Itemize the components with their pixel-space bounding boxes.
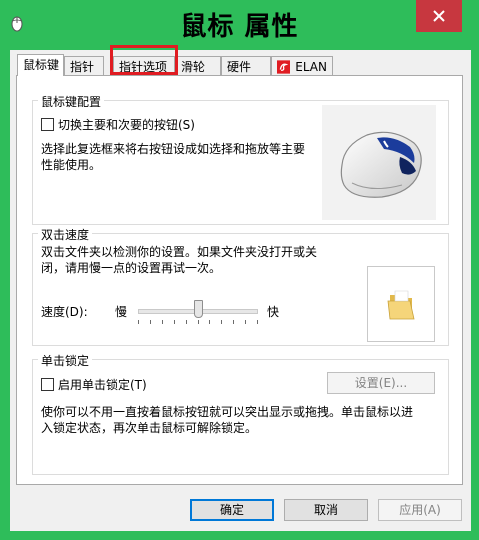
tab-wheel[interactable]: 滑轮 <box>175 56 221 76</box>
click-lock-settings-button[interactable]: 设置(E)... <box>327 372 435 394</box>
test-folder-area[interactable] <box>367 266 435 342</box>
slider-tick <box>162 320 163 324</box>
slider-tick <box>138 320 139 324</box>
tab-mouse-buttons[interactable]: 鼠标键 <box>17 54 64 76</box>
button-config-group: 鼠标键配置 切换主要和次要的按钮(S) 选择此复选框来将右按钮设成如选择和拖放等… <box>32 93 449 225</box>
slider-tick <box>245 320 246 324</box>
cancel-button[interactable]: 取消 <box>284 499 368 521</box>
mouse-preview-image <box>322 105 436 220</box>
tab-pointers[interactable]: 指针 <box>64 56 104 76</box>
description-line: 选择此复选框来将右按钮设成如选择和拖放等主要 <box>41 142 306 156</box>
tab-elan[interactable]: ELAN <box>271 56 333 76</box>
description-line: 闭，请用慢一点的设置再试一次。 <box>41 261 222 275</box>
slider-tick <box>257 320 258 324</box>
slider-tick <box>174 320 175 324</box>
click-lock-group: 单击锁定 启用单击锁定(T) 设置(E)... 使你可以不用一直按着鼠标按钮就可… <box>32 352 449 475</box>
slider-tick <box>221 320 222 324</box>
group-title: 单击锁定 <box>38 352 93 369</box>
group-title: 双击速度 <box>38 226 93 243</box>
checkbox-label: 启用单击锁定(T) <box>58 378 147 392</box>
slow-label: 慢 <box>115 305 128 319</box>
slider-tick <box>198 320 199 324</box>
folder-icon[interactable] <box>386 287 416 321</box>
tab-hardware[interactable]: 硬件 <box>221 56 271 76</box>
group-title: 鼠标键配置 <box>38 93 105 110</box>
tab-label: ELAN <box>295 59 327 74</box>
checkbox-label: 切换主要和次要的按钮(S) <box>58 118 195 132</box>
description-line: 使你可以不用一直按着鼠标按钮就可以突出显示或拖拽。单击鼠标以进 <box>41 405 414 419</box>
slider-thumb[interactable] <box>194 300 203 318</box>
close-button[interactable] <box>416 0 462 32</box>
slider-ticks <box>138 320 258 324</box>
speed-label: 速度(D): <box>41 305 88 319</box>
tab-panel-mouse-buttons: 鼠标键配置 切换主要和次要的按钮(S) 选择此复选框来将右按钮设成如选择和拖放等… <box>16 75 463 485</box>
title-bar: 鼠标 属性 <box>0 0 479 50</box>
click-lock-checkbox[interactable]: 启用单击锁定(T) <box>41 377 147 393</box>
mouse-image <box>340 131 422 198</box>
tab-highlight-annotation <box>110 45 178 75</box>
checkbox-box[interactable] <box>41 378 54 391</box>
window-title: 鼠标 属性 <box>180 12 299 42</box>
close-icon <box>433 10 445 22</box>
double-click-speed-group: 双击速度 双击文件夹以检测你的设置。如果文件夹没打开或关 闭，请用慢一点的设置再… <box>32 226 449 346</box>
checkbox-box[interactable] <box>41 118 54 131</box>
tab-label: 鼠标键 <box>23 58 60 72</box>
ok-button[interactable]: 确定 <box>190 499 274 521</box>
description-line: 性能使用。 <box>41 158 102 172</box>
double-click-speed-slider[interactable] <box>138 298 258 328</box>
tab-label: 硬件 <box>227 60 252 74</box>
elan-logo-icon <box>277 59 291 74</box>
swap-buttons-checkbox[interactable]: 切换主要和次要的按钮(S) <box>41 117 195 133</box>
slider-tick <box>233 320 234 324</box>
slider-tick <box>150 320 151 324</box>
apply-button[interactable]: 应用(A) <box>378 499 462 521</box>
slider-tick <box>186 320 187 324</box>
description-line: 入锁定状态，再次单击鼠标可解除锁定。 <box>41 421 258 435</box>
tab-label: 滑轮 <box>181 60 206 74</box>
fast-label: 快 <box>267 305 280 319</box>
tab-label: 指针 <box>70 60 95 74</box>
slider-tick <box>209 320 210 324</box>
description-line: 双击文件夹以检测你的设置。如果文件夹没打开或关 <box>41 245 318 259</box>
